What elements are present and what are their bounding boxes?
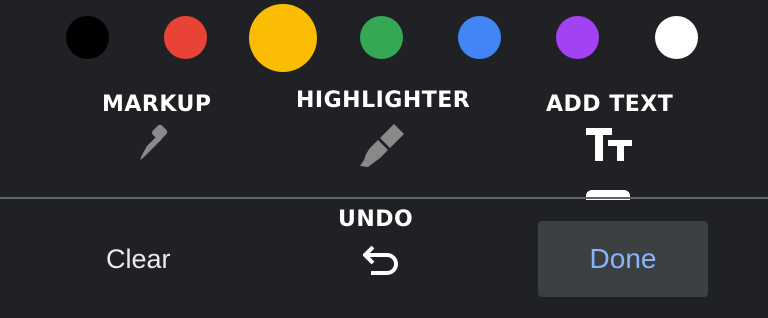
- markup-label: MARKUP: [102, 92, 212, 117]
- color-swatch-blue[interactable]: [458, 16, 501, 59]
- bottom-bar: Clear UNDO Done: [0, 199, 768, 318]
- color-palette: [0, 0, 768, 80]
- color-swatch-white[interactable]: [655, 16, 698, 59]
- highlighter-icon: [358, 124, 406, 172]
- text-format-icon: [586, 128, 632, 166]
- color-swatch-red[interactable]: [164, 16, 207, 59]
- highlighter-label: HIGHLIGHTER: [296, 88, 471, 113]
- color-swatch-yellow-selected[interactable]: [249, 4, 317, 72]
- color-swatch-green[interactable]: [360, 16, 403, 59]
- color-swatch-black[interactable]: [66, 16, 109, 59]
- clear-button[interactable]: Clear: [100, 239, 177, 279]
- undo-icon[interactable]: [362, 243, 403, 281]
- undo-label: UNDO: [338, 207, 414, 232]
- done-button-label: Done: [589, 243, 657, 274]
- add-text-label: ADD TEXT: [546, 92, 674, 117]
- pen-icon: [138, 124, 172, 168]
- tool-row: MARKUP HIGHLIGHTER ADD TEXT: [0, 80, 768, 198]
- done-button[interactable]: Done: [538, 221, 708, 297]
- color-swatch-purple[interactable]: [556, 16, 599, 59]
